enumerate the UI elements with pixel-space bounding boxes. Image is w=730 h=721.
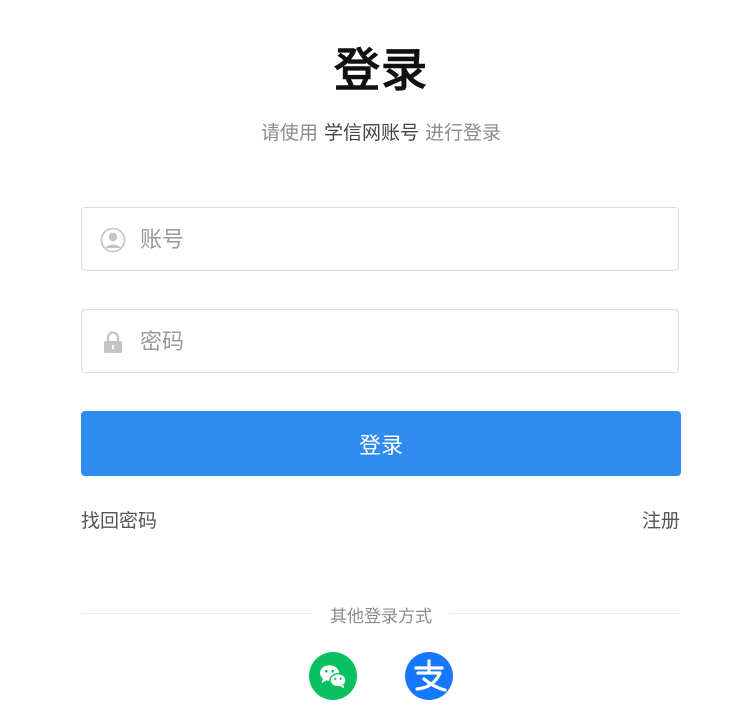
page-title: 登录 <box>334 43 428 97</box>
alipay-login-button[interactable] <box>405 652 453 700</box>
lock-icon <box>100 329 126 355</box>
account-input[interactable] <box>138 208 662 272</box>
user-icon <box>100 227 126 253</box>
register-link[interactable]: 注册 <box>642 506 680 533</box>
divider-left <box>81 613 313 614</box>
account-field <box>81 207 679 272</box>
login-subtitle: 请使用 学信网账号 进行登录 <box>0 118 730 145</box>
other-login-label: 其他登录方式 <box>330 607 432 627</box>
password-input[interactable] <box>138 310 662 374</box>
divider-right <box>449 613 681 614</box>
wechat-login-button[interactable] <box>309 652 357 700</box>
password-field <box>81 309 679 374</box>
subtitle-suffix: 进行登录 <box>425 122 502 144</box>
subtitle-prefix: 请使用 <box>260 122 318 144</box>
forgot-password-link[interactable]: 找回密码 <box>81 506 157 533</box>
subtitle-account-name: 学信网账号 <box>323 122 419 144</box>
login-button[interactable]: 登录 <box>81 411 681 476</box>
